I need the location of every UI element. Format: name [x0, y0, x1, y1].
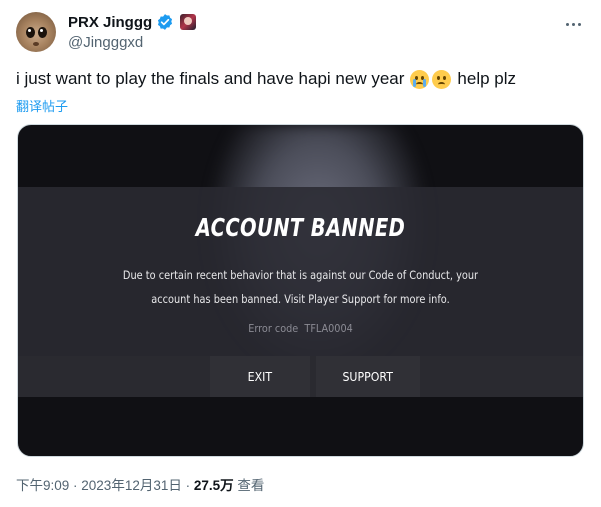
error-code-label: Error code [248, 322, 299, 335]
views-count: 27.5万 [193, 478, 234, 493]
tweet-header: PRX Jinggg @Jingggxd [68, 12, 197, 51]
crying-face-emoji [410, 69, 430, 89]
more-dot [577, 22, 581, 26]
name-row: PRX Jinggg [68, 12, 197, 32]
verified-badge-icon [158, 14, 173, 30]
translate-post-link[interactable]: 翻译帖子 [16, 96, 68, 115]
affiliate-badge-icon[interactable] [180, 14, 197, 30]
exit-button-label: EXIT [247, 369, 273, 384]
avatar-eye-right [38, 27, 47, 38]
tweet-text: i just want to play the finals and have … [16, 69, 516, 89]
slightly-frowning-face-emoji [432, 69, 452, 89]
error-code-value: TFLA0004 [304, 322, 353, 335]
ban-dialog-description: Due to certain recent behavior that is a… [60, 263, 540, 311]
more-options-icon[interactable] [558, 16, 588, 32]
avatar[interactable] [16, 12, 56, 52]
ban-dialog-error-code: Error code TFLA0004 [52, 322, 549, 335]
meta-separator: · [181, 478, 194, 493]
tweet-text-main: i just want to play the finals and have … [16, 69, 405, 88]
support-button[interactable]: SUPPORT [316, 356, 420, 397]
tweet-time[interactable]: 下午9:09 [16, 478, 69, 493]
ban-dialog-description-line: account has been banned. Visit Player Su… [151, 292, 450, 306]
author-name[interactable]: PRX Jinggg [68, 14, 152, 31]
author-handle[interactable]: @Jingggxd [68, 34, 196, 51]
avatar-eye-left [26, 27, 35, 38]
tweet-text-suffix: help plz [457, 69, 517, 88]
views-label: 查看 [237, 478, 265, 493]
ban-dialog-title: ACCOUNT BANNED [195, 213, 406, 242]
exit-button[interactable]: EXIT [210, 356, 310, 397]
meta-separator: · [69, 478, 82, 493]
tweet-date[interactable]: 2023年12月31日 [81, 478, 182, 493]
ban-dialog-description-line: Due to certain recent behavior that is a… [122, 268, 479, 282]
support-button-label: SUPPORT [342, 369, 394, 384]
tweet-meta: 下午9:09 · 2023年12月31日 · 27.5万 查看 [16, 474, 264, 494]
avatar-mouth [33, 42, 39, 46]
more-dot [571, 22, 575, 26]
more-dot [565, 22, 569, 26]
tweet-media-image[interactable]: ACCOUNT BANNED Due to certain recent beh… [17, 124, 584, 457]
